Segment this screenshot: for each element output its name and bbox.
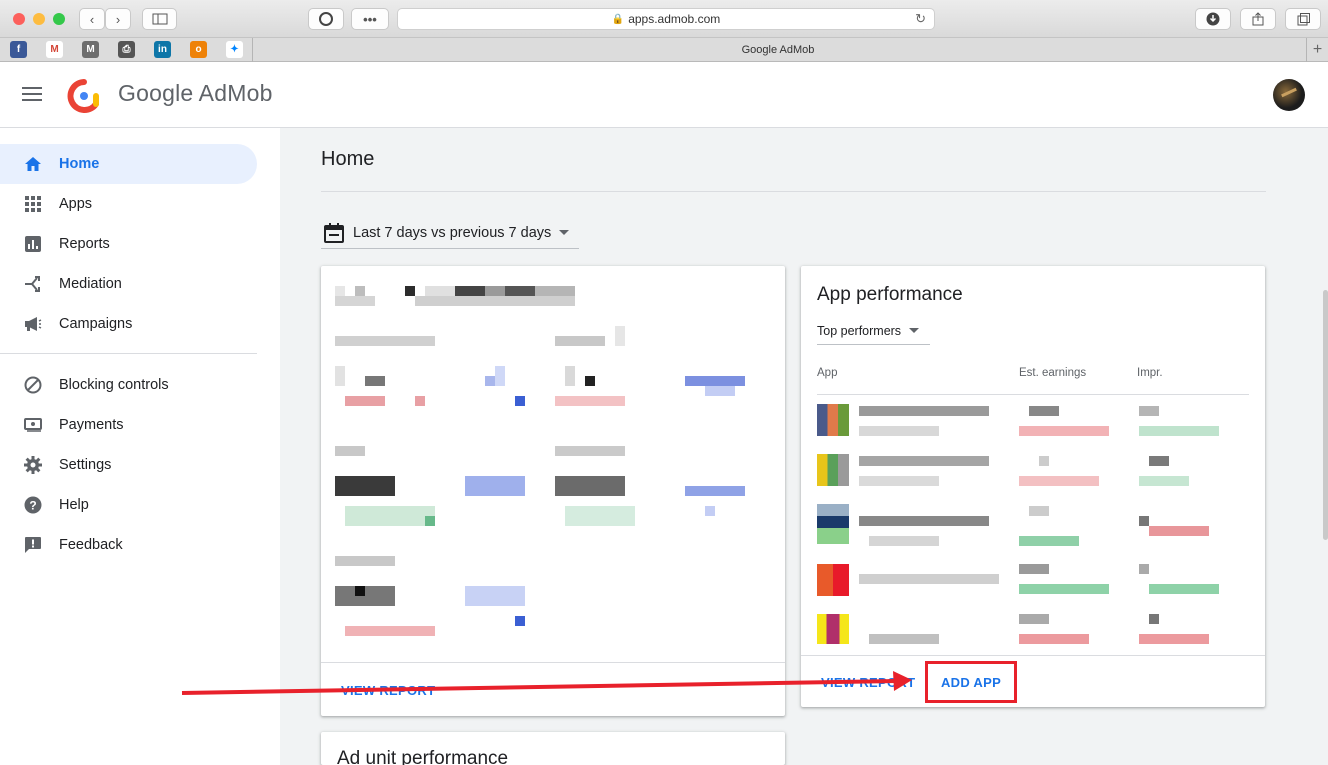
page-scrollbar[interactable] (1323, 290, 1328, 540)
annotation-arrow (181, 671, 912, 695)
